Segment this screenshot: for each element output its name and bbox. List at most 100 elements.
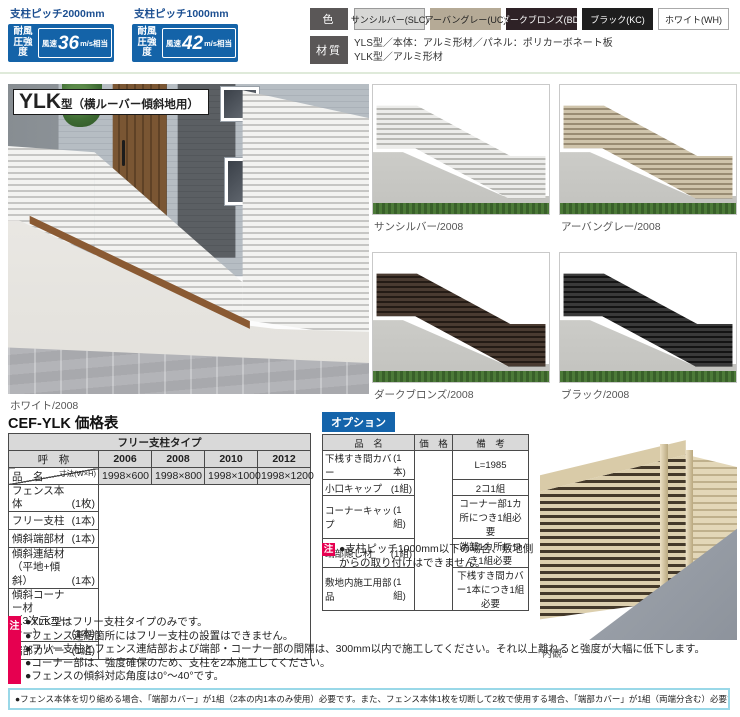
item-count: (1枚) xyxy=(72,496,95,511)
swatch-black: ブラック(KC) xyxy=(582,8,653,30)
item-axis-label: 品 名 xyxy=(12,469,44,484)
wind-speed-value: 36 xyxy=(58,34,79,53)
options-note: 注 ●支柱ピッチ1000mm以下の場合、敷地側からの取り付けはできません。 xyxy=(322,542,536,570)
note-line: ●コーナー部は、強度確保のため、支柱を2本施工してください。 xyxy=(25,657,705,671)
option-item: 敷地内施工用部品(1組) xyxy=(323,568,415,611)
price-col-header: 呼 称 xyxy=(9,451,99,468)
catalog-page: 支柱ピッチ2000mm 耐風圧強度 風速 36 m/s相当 支柱ピッチ1000m… xyxy=(0,0,740,717)
wind-pressure-title: 耐風圧強度 xyxy=(10,27,36,60)
options-header-name: 品 名 xyxy=(323,435,415,451)
wind-pressure-title: 耐風圧強度 xyxy=(134,27,160,60)
color-swatches: サンシルバー(SLC) アーバングレー(UC) ダークブロンズ(BD) ブラック… xyxy=(354,8,729,30)
post-pitch-label: 支柱ピッチ2000mm xyxy=(10,6,116,21)
post-pitch-label: 支柱ピッチ1000mm xyxy=(134,6,240,21)
price-diagonal-cell: 寸法(W×H) 品 名 xyxy=(9,468,99,485)
wind-badge-2000: 支柱ピッチ2000mm 耐風圧強度 風速 36 m/s相当 xyxy=(8,6,116,62)
item-count: (1本) xyxy=(72,531,95,546)
wind-badge-area: 支柱ピッチ2000mm 耐風圧強度 風速 36 m/s相当 支柱ピッチ1000m… xyxy=(8,6,240,62)
wind-speed-box: 風速 42 m/s相当 xyxy=(162,28,236,58)
price-item: 傾斜連結材（平地+傾斜）(1本) xyxy=(9,548,99,588)
photo-door-handle xyxy=(122,140,125,166)
price-size: 1998×600 xyxy=(99,468,152,485)
option-name: 小口キャップ xyxy=(325,481,382,495)
material-label: 材質 xyxy=(310,36,348,64)
swatch-darkbronze: ダークブロンズ(BD) xyxy=(506,8,577,30)
price-item: フリー支柱 (1本) xyxy=(9,512,99,530)
variant-caption-black: ブラック/2008 xyxy=(561,387,629,402)
option-count: (1組) xyxy=(391,481,412,495)
note-badge: 注 xyxy=(322,543,335,556)
variant-caption-urbangray: アーバングレー/2008 xyxy=(561,219,661,234)
price-code: 2010 xyxy=(205,451,258,468)
price-size: 1998×1000 xyxy=(205,468,258,485)
wind-speed-suffix: m/s相当 xyxy=(80,38,108,49)
option-name: 敷地内施工用部品 xyxy=(325,575,393,603)
wind-badge-1000: 支柱ピッチ1000mm 耐風圧強度 風速 42 m/s相当 xyxy=(132,6,240,62)
price-item: 傾斜端部材 (1本) xyxy=(9,530,99,548)
price-code: 2006 xyxy=(99,451,152,468)
option-note: コーナー部1カ所につき1組必要 xyxy=(453,496,529,539)
option-note: L=1985 xyxy=(453,451,529,480)
swatch-white: ホワイト(WH) xyxy=(658,8,729,30)
price-size: 1998×1200 xyxy=(258,468,311,485)
variant-grass xyxy=(373,203,549,214)
model-name-badge: YLK 型（横ルーバー傾斜地用） xyxy=(13,89,209,115)
size-axis-label: 寸法(W×H) xyxy=(59,468,96,479)
variant-image-urbangray xyxy=(559,84,737,215)
material-line-ylk: YLK型／アルミ形材 xyxy=(354,51,613,65)
header-divider xyxy=(0,72,740,74)
material-spec-row: 材質 YLS型／本体：アルミ形材／パネル：ポリカーボネート板 YLK型／アルミ形… xyxy=(310,36,738,64)
option-item: 下桟すき間カバー(1本) xyxy=(323,451,415,480)
options-header-price: 価 格 xyxy=(415,435,453,451)
price-code: 2008 xyxy=(152,451,205,468)
interior-view-image xyxy=(540,434,737,640)
note-line: ●フェンスの傾斜対応角度は0°～40°です。 xyxy=(25,670,705,684)
variant-grass xyxy=(560,203,736,214)
main-photo-caption: ホワイト/2008 xyxy=(10,398,78,413)
item-name: 傾斜端部材 xyxy=(12,533,65,546)
options-table: 品 名 価 格 備 考 下桟すき間カバー(1本) L=1985 小口キャップ (1… xyxy=(322,434,529,611)
options-header-note: 備 考 xyxy=(453,435,529,451)
swatch-urbangray: アーバングレー(UC) xyxy=(430,8,501,30)
option-count: (1本) xyxy=(393,453,412,478)
option-item: 小口キャップ (1組) xyxy=(323,480,415,496)
variant-image-black xyxy=(559,252,737,383)
variant-image-darkbronze xyxy=(372,252,550,383)
item-name-2: （平地+傾斜） xyxy=(12,561,72,587)
price-table-title: CEF-YLK 価格表 xyxy=(8,412,118,433)
material-lines: YLS型／本体：アルミ形材／パネル：ポリカーボネート板 YLK型／アルミ形材 xyxy=(354,36,613,64)
footer-note-box: ●フェンス本体を切り縮める場合、「端部カバー」が1組（2本の内1本のみ使用）必要… xyxy=(8,688,730,710)
price-code: 2012 xyxy=(258,451,311,468)
wind-speed-value: 42 xyxy=(182,34,203,53)
option-name: コーナーキャップ xyxy=(325,503,393,531)
swatch-sunsilver: サンシルバー(SLC) xyxy=(354,8,425,30)
variant-grass xyxy=(373,371,549,382)
variant-caption-sunsilver: サンシルバー/2008 xyxy=(374,219,463,234)
wind-pressure-badge: 耐風圧強度 風速 42 m/s相当 xyxy=(132,24,238,62)
item-name: フェンス本体 xyxy=(12,485,72,511)
main-photo: YLK 型（横ルーバー傾斜地用） xyxy=(8,84,369,394)
variant-grass xyxy=(560,371,736,382)
note-badge: 注 xyxy=(8,616,21,684)
option-count: (1組) xyxy=(393,505,412,530)
item-count: (1本) xyxy=(72,573,95,588)
wind-speed-box: 風速 36 m/s相当 xyxy=(38,28,112,58)
model-name-suffix: 型（横ルーバー傾斜地用） xyxy=(61,96,199,112)
color-label: 色 xyxy=(310,8,348,30)
variant-caption-darkbronze: ダークブロンズ/2008 xyxy=(374,387,474,402)
item-name: 傾斜コーナー材 xyxy=(12,589,72,615)
item-name: フリー支柱 xyxy=(12,515,65,528)
item-count: (1本) xyxy=(72,513,95,528)
variant-image-sunsilver xyxy=(372,84,550,215)
item-name: 傾斜連結材 xyxy=(12,548,72,561)
material-line-yls: YLS型／本体：アルミ形材／パネル：ポリカーボネート板 xyxy=(354,37,613,51)
wind-speed-suffix: m/s相当 xyxy=(204,38,232,49)
option-item: コーナーキャップ(1組) xyxy=(323,496,415,539)
options-tag: オプション xyxy=(322,412,395,432)
footer-note-text: ●フェンス本体を切り縮める場合、「端部カバー」が1組（2本の内1本のみ使用）必要… xyxy=(15,693,730,705)
wind-speed-prefix: 風速 xyxy=(42,38,57,49)
wind-speed-prefix: 風速 xyxy=(166,38,181,49)
option-count: (1組) xyxy=(393,577,412,602)
color-spec-row: 色 サンシルバー(SLC) アーバングレー(UC) ダークブロンズ(BD) ブラ… xyxy=(310,8,738,30)
wind-pressure-badge: 耐風圧強度 風速 36 m/s相当 xyxy=(8,24,114,62)
